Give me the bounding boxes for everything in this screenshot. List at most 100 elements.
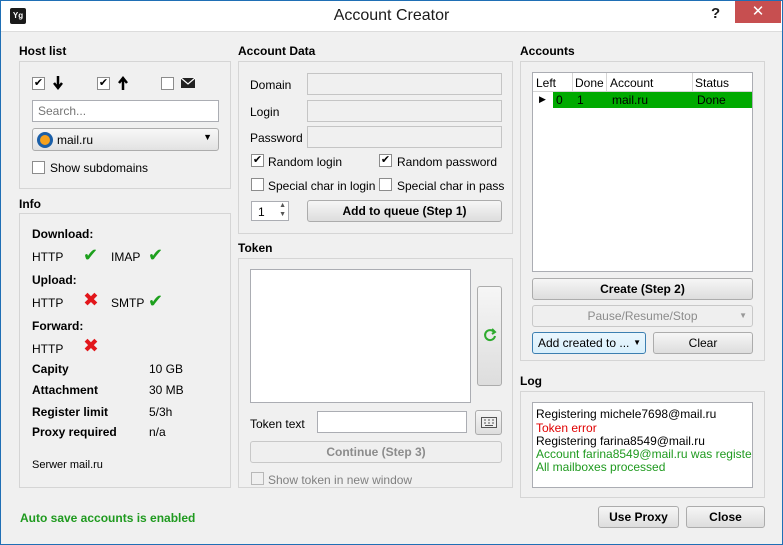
login-label: Login <box>250 105 280 119</box>
random-login-checkbox[interactable]: ✔ <box>251 154 264 167</box>
capity-value: 10 GB <box>149 362 184 376</box>
pause-resume-stop-button[interactable]: Pause/Resume/Stop ▼ <box>532 305 753 327</box>
autosave-status: Auto save accounts is enabled <box>20 511 196 525</box>
special-pass-checkbox[interactable] <box>379 178 392 191</box>
refresh-icon <box>484 328 497 342</box>
host-select[interactable]: mail.ru ▼ <box>32 128 219 151</box>
host-search-input[interactable] <box>32 100 219 122</box>
column-header-done[interactable]: Done <box>575 76 604 90</box>
row-expand-icon[interactable]: ▶ <box>539 94 546 105</box>
token-title: Token <box>238 241 273 255</box>
capity-label: Capity <box>32 362 69 376</box>
close-button[interactable]: Close <box>686 506 765 528</box>
show-token-new-window-checkbox[interactable] <box>251 472 264 485</box>
special-login-label: Special char in login <box>268 179 376 193</box>
token-text-input[interactable] <box>317 411 467 433</box>
use-proxy-button[interactable]: Use Proxy <box>598 506 679 528</box>
keyboard-icon <box>481 417 497 428</box>
help-button[interactable]: ? <box>711 5 720 22</box>
register-limit-label: Register limit <box>32 405 109 419</box>
login-field[interactable] <box>307 100 502 122</box>
create-button[interactable]: Create (Step 2) <box>532 278 753 300</box>
proxy-required-value: n/a <box>149 425 166 439</box>
pause-resume-stop-label: Pause/Resume/Stop <box>587 309 698 323</box>
download-http-check-icon: ✔ <box>83 245 99 265</box>
window-close-button[interactable]: ✕ <box>735 1 781 23</box>
register-limit-value: 5/3h <box>149 405 173 419</box>
envelope-icon <box>180 77 196 88</box>
column-header-account[interactable]: Account <box>610 76 653 90</box>
up-arrow-icon <box>118 75 128 90</box>
upload-http-label: HTTP <box>32 296 64 310</box>
filter-mail-checkbox[interactable] <box>161 77 174 90</box>
random-login-label: Random login <box>268 155 343 169</box>
show-subdomains-label: Show subdomains <box>50 161 149 175</box>
log-title: Log <box>520 374 542 388</box>
stepper-down-icon[interactable]: ▼ <box>279 211 286 218</box>
log-line-error: Token error <box>536 421 597 435</box>
forward-http-label: HTTP <box>32 342 64 356</box>
download-imap-label: IMAP <box>111 250 141 264</box>
forward-label: Forward: <box>32 319 84 333</box>
add-to-queue-button[interactable]: Add to queue (Step 1) <box>307 200 502 222</box>
keyboard-button[interactable] <box>475 410 502 435</box>
continue-button[interactable]: Continue (Step 3) <box>250 441 502 463</box>
column-header-left[interactable]: Left <box>536 76 556 90</box>
host-select-value: mail.ru <box>57 133 94 147</box>
download-imap-check-icon: ✔ <box>148 245 164 265</box>
server-text: Serwer mail.ru <box>32 459 103 471</box>
filter-download-checkbox[interactable]: ✔ <box>32 77 45 90</box>
accounts-table[interactable]: Left Done Account Status ▶ 0 1 mail.ru D… <box>532 72 753 272</box>
random-password-label: Random password <box>397 155 498 169</box>
accounts-table-header: Left Done Account Status <box>533 73 752 92</box>
filter-upload-checkbox[interactable]: ✔ <box>97 77 110 90</box>
row-status-value: Done <box>697 93 726 107</box>
upload-label: Upload: <box>32 273 77 287</box>
random-password-checkbox[interactable]: ✔ <box>379 154 392 167</box>
chevron-down-icon: ▼ <box>633 338 641 347</box>
log-line: Registering michele7698@mail.ru <box>536 407 717 421</box>
log-line-success: All mailboxes processed <box>536 460 666 474</box>
table-row[interactable]: ▶ 0 1 mail.ru Done <box>533 92 752 108</box>
attachment-label: Attachment <box>32 383 99 397</box>
host-list-title: Host list <box>19 44 67 58</box>
special-login-checkbox[interactable] <box>251 178 264 191</box>
add-created-label: Add created to ... <box>538 336 630 350</box>
forward-http-cross-icon: ✖ <box>83 336 99 357</box>
window-title: Account Creator <box>333 7 450 24</box>
domain-label: Domain <box>250 78 292 92</box>
show-subdomains-checkbox[interactable] <box>32 161 45 174</box>
quantity-stepper[interactable]: 1 ▲ ▼ <box>251 201 289 221</box>
info-title: Info <box>19 197 41 211</box>
stepper-up-icon[interactable]: ▲ <box>279 202 286 209</box>
title-bar[interactable]: Yg Account Creator ? ✕ <box>1 1 782 32</box>
chevron-down-icon: ▼ <box>739 311 747 320</box>
account-data-title: Account Data <box>238 44 316 58</box>
proxy-required-label: Proxy required <box>32 425 117 439</box>
password-label: Password <box>250 131 303 145</box>
special-pass-label: Special char in pass <box>397 179 505 193</box>
refresh-token-button[interactable] <box>477 286 502 386</box>
log-line-success: Account farina8549@mail.ru was registere… <box>536 447 753 461</box>
column-header-status[interactable]: Status <box>695 76 729 90</box>
download-http-label: HTTP <box>32 250 64 264</box>
upload-smtp-check-icon: ✔ <box>148 291 164 311</box>
download-label: Download: <box>32 227 94 241</box>
mail-ru-logo-icon <box>37 132 53 148</box>
password-field[interactable] <box>307 126 502 148</box>
domain-field[interactable] <box>307 73 502 95</box>
row-left-value: 0 <box>556 93 563 107</box>
show-token-new-window-label: Show token in new window <box>268 473 413 487</box>
add-created-to-dropdown[interactable]: Add created to ... ▼ <box>532 332 646 354</box>
row-done-value: 1 <box>577 93 584 107</box>
account-creator-window: Yg Account Creator ? ✕ Host list ✔ ✔ mai… <box>0 0 783 545</box>
token-image-area <box>250 269 471 403</box>
upload-http-cross-icon: ✖ <box>83 290 99 311</box>
attachment-value: 30 MB <box>149 383 184 397</box>
log-area[interactable]: Registering michele7698@mail.ru Token er… <box>532 402 753 488</box>
accounts-title: Accounts <box>520 44 575 58</box>
chevron-down-icon: ▼ <box>203 132 212 142</box>
upload-smtp-label: SMTP <box>111 296 145 310</box>
clear-button[interactable]: Clear <box>653 332 753 354</box>
down-arrow-icon <box>53 76 63 91</box>
